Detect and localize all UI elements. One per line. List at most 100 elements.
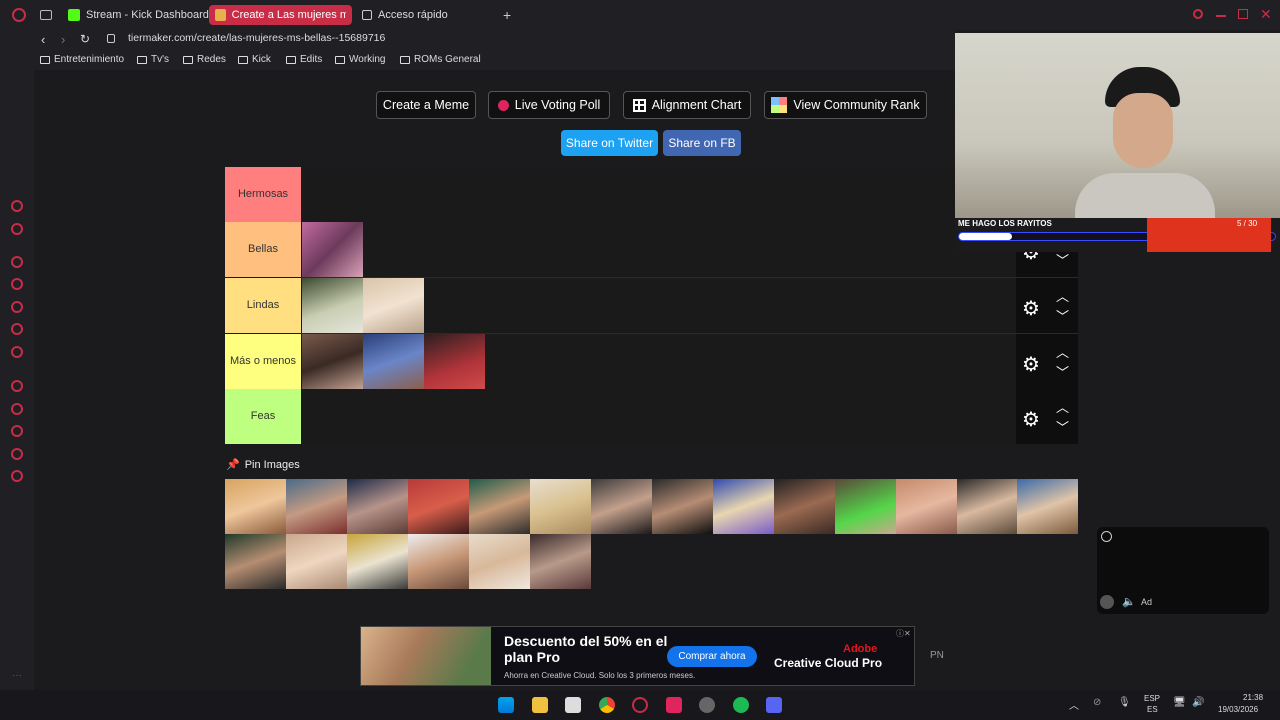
pool-image[interactable] — [530, 479, 591, 534]
tray-monitor-icon[interactable]: 🖥 — [1173, 697, 1186, 708]
reload-icon[interactable]: ↻ — [80, 32, 90, 46]
url-field[interactable]: tiermaker.com/create/las-mujeres-ms-bell… — [128, 32, 385, 44]
chevron-down-icon[interactable]: ﹀ — [1056, 417, 1069, 436]
sidebar-download-icon[interactable] — [11, 425, 23, 437]
live-voting-poll-button[interactable]: Live Voting Poll — [488, 91, 610, 119]
pool-image[interactable] — [347, 479, 408, 534]
pool-image[interactable] — [896, 479, 957, 534]
sidebar-settings-icon[interactable] — [11, 470, 23, 482]
tray-chevron-icon[interactable]: ︿ — [1069, 697, 1079, 712]
sidebar-extensions-icon[interactable] — [11, 448, 23, 460]
tray-lang[interactable]: ESP — [1144, 694, 1160, 703]
sidebar-tiktok-icon[interactable] — [11, 323, 23, 335]
discord-icon[interactable] — [766, 697, 782, 713]
file-explorer-icon[interactable] — [532, 697, 548, 713]
tiktok-icon[interactable] — [666, 697, 682, 713]
ad-cta-button[interactable]: Comprar ahora — [667, 646, 757, 667]
tier-label[interactable]: Feas — [225, 389, 301, 444]
tier-image[interactable] — [363, 278, 424, 333]
pool-image[interactable] — [225, 479, 286, 534]
sidebar-history-icon[interactable] — [11, 403, 23, 415]
gear-icon[interactable]: ⚙ — [1022, 407, 1040, 432]
view-community-rank-button[interactable]: View Community Rank — [764, 91, 927, 119]
ad-banner[interactable]: Descuento del 50% en el plan Pro Ahorra … — [360, 626, 915, 686]
pool-image[interactable] — [469, 479, 530, 534]
close-icon[interactable] — [1101, 531, 1112, 542]
sidebar-heart-icon[interactable] — [11, 380, 23, 392]
sidebar-messenger-icon[interactable] — [11, 256, 23, 268]
pool-image[interactable] — [774, 479, 835, 534]
tier-label[interactable]: Más o menos — [225, 334, 301, 389]
tier-image[interactable] — [424, 334, 485, 389]
pool-image[interactable] — [713, 479, 774, 534]
bookmark-folder[interactable]: Working — [335, 54, 386, 65]
pool-image[interactable] — [652, 479, 713, 534]
chevron-up-icon[interactable]: ︿ — [1056, 286, 1069, 305]
bookmark-folder[interactable]: Edits — [286, 54, 322, 65]
maximize-button[interactable] — [1238, 9, 1248, 19]
alignment-chart-button[interactable]: Alignment Chart — [623, 91, 751, 119]
sidebar-refresh-icon[interactable] — [11, 200, 23, 212]
opera-gx-icon[interactable] — [632, 697, 648, 713]
tray-time[interactable]: 21:38 — [1243, 693, 1263, 702]
capcut-icon[interactable] — [565, 697, 581, 713]
volume-icon[interactable]: 🔈 — [1122, 595, 1136, 608]
pool-image[interactable] — [408, 534, 469, 589]
bookmark-folder[interactable]: Kick — [238, 54, 271, 65]
chevron-down-icon[interactable]: ﹀ — [1056, 306, 1069, 325]
pool-image[interactable] — [286, 534, 347, 589]
tab-tiermaker[interactable]: Create a Las mujeres más — [209, 5, 352, 25]
gear-icon[interactable]: ⚙ — [1022, 352, 1040, 377]
tier-label[interactable]: Hermosas — [225, 167, 301, 222]
obs-icon[interactable] — [699, 697, 715, 713]
share-fb-button[interactable]: Share on FB — [663, 130, 741, 156]
tier-label[interactable]: Bellas — [225, 222, 301, 277]
tray-volume-icon[interactable]: 🔊 — [1192, 697, 1204, 708]
chevron-up-icon[interactable]: ︿ — [1056, 342, 1069, 361]
create-meme-button[interactable]: Create a Meme — [376, 91, 476, 119]
pool-image[interactable] — [591, 479, 652, 534]
start-icon[interactable] — [498, 697, 514, 713]
pool-image[interactable] — [1017, 479, 1078, 534]
pin-images-toggle[interactable]: 📌 Pin Images — [226, 458, 300, 472]
chevron-down-icon[interactable]: ﹀ — [1056, 362, 1069, 381]
chevron-down-icon[interactable]: ﹀ — [1056, 250, 1069, 269]
search-icon[interactable] — [1193, 9, 1203, 19]
sidebar-instagram-icon[interactable] — [11, 301, 23, 313]
pool-image[interactable] — [469, 534, 530, 589]
sidebar-whatsapp-icon[interactable] — [11, 278, 23, 290]
sidebar-assistant-icon[interactable] — [11, 223, 23, 235]
tier-label[interactable]: Lindas — [225, 278, 301, 333]
tier-image[interactable] — [302, 334, 363, 389]
tab-quick-access[interactable]: Acceso rápido — [356, 5, 454, 25]
forward-icon[interactable]: › — [61, 32, 65, 47]
tier-image[interactable] — [302, 278, 363, 333]
tier-image[interactable] — [363, 334, 424, 389]
share-twitter-button[interactable]: Share on Twitter — [561, 130, 658, 156]
sidebar-more-icon[interactable]: ··· — [12, 670, 22, 681]
bookmark-folder[interactable]: Entretenimiento — [40, 54, 124, 65]
spotify-icon[interactable] — [733, 697, 749, 713]
tab-overview-icon[interactable] — [40, 10, 52, 20]
sidebar-discord-icon[interactable] — [11, 346, 23, 358]
chrome-icon[interactable] — [599, 697, 615, 713]
browser-logo-icon[interactable] — [12, 8, 26, 22]
bookmark-folder[interactable]: Tv's — [137, 54, 169, 65]
bookmark-folder[interactable]: ROMs General — [400, 54, 481, 65]
new-tab-button[interactable]: + — [503, 7, 511, 23]
bookmark-folder[interactable]: Redes — [183, 54, 226, 65]
back-icon[interactable]: ‹ — [41, 32, 45, 47]
pool-image[interactable] — [957, 479, 1018, 534]
chevron-up-icon[interactable]: ︿ — [1056, 397, 1069, 416]
tier-image[interactable] — [302, 222, 363, 277]
tab-kick-dashboard[interactable]: Stream - Kick Dashboard — [62, 5, 215, 25]
pool-image[interactable] — [225, 534, 286, 589]
pool-image[interactable] — [347, 534, 408, 589]
pool-image[interactable] — [530, 534, 591, 589]
ad-close-icon[interactable]: ⓘ✕ — [896, 628, 911, 639]
close-button[interactable]: ✕ — [1260, 6, 1272, 23]
pool-image[interactable] — [835, 479, 896, 534]
tray-network-icon[interactable]: ⊘ — [1093, 697, 1101, 708]
pool-image[interactable] — [408, 479, 469, 534]
minimize-button[interactable] — [1216, 15, 1226, 17]
